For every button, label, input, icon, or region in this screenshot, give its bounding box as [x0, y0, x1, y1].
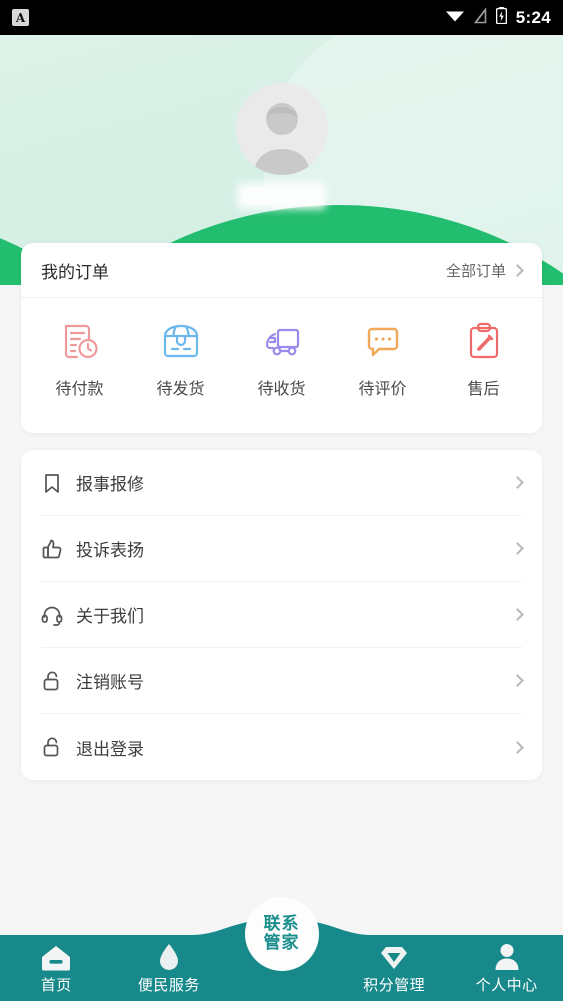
- home-icon: [41, 941, 71, 971]
- chevron-right-icon: [511, 740, 524, 754]
- menu-item-delete-account[interactable]: 注销账号: [41, 648, 524, 714]
- chevron-right-icon: [511, 608, 524, 621]
- my-orders-card: 我的订单 全部订单 待付款 待发货 待收货 待评价 售后: [21, 243, 542, 433]
- status-bar: A 5:24: [0, 0, 563, 35]
- diamond-icon: [379, 941, 409, 971]
- chevron-right-icon: [511, 476, 524, 489]
- order-status-label: 售后: [467, 379, 500, 398]
- thumbs-up-icon: [41, 538, 63, 560]
- menu-item-about-us[interactable]: 关于我们: [41, 582, 524, 648]
- clipboard-pencil-icon: [463, 320, 505, 362]
- status-bar-clock: 5:24: [515, 7, 551, 27]
- order-status-label: 待付款: [55, 379, 104, 398]
- status-bar-right: 5:24: [445, 6, 551, 28]
- wifi-icon: [445, 8, 465, 27]
- menu-item-label: 投诉表扬: [76, 541, 144, 561]
- app-root: A 5:24 我的订单 全部订单 待付款 待发货 待收货 待评价 售后 报事报修…: [0, 0, 563, 1001]
- headset-icon: [41, 604, 63, 626]
- order-status-label: 待发货: [156, 379, 205, 398]
- order-status-after-sales[interactable]: 售后: [433, 320, 534, 399]
- invoice-clock-icon: [59, 320, 101, 362]
- all-orders-label: 全部订单: [445, 261, 506, 280]
- settings-menu-card: 报事报修 投诉表扬 关于我们 注销账号 退出登录: [21, 450, 542, 780]
- bottom-navigation-bar: 首页 便民服务 积分管理 个人中心 联系 管家: [0, 897, 563, 1001]
- unlock-icon: [41, 670, 63, 692]
- comment-bubble-icon: [362, 320, 404, 362]
- menu-item-logout[interactable]: 退出登录: [41, 714, 524, 780]
- battery-charging-icon: [495, 7, 507, 28]
- order-status-pending-shipment[interactable]: 待发货: [130, 320, 231, 399]
- order-status-pending-payment[interactable]: 待付款: [29, 320, 130, 399]
- avatar[interactable]: [235, 83, 328, 175]
- package-box-icon: [160, 320, 202, 362]
- bookmark-icon: [41, 472, 63, 494]
- app-notification-icon: A: [12, 9, 29, 26]
- menu-item-label: 注销账号: [76, 673, 144, 693]
- contact-butler-line1: 联系: [263, 914, 300, 935]
- chevron-right-icon: [511, 542, 524, 555]
- nav-item-points-management[interactable]: 积分管理: [338, 929, 451, 1001]
- page-title: 我的订单: [41, 262, 109, 283]
- order-status-label: 待收货: [257, 379, 306, 398]
- chevron-right-icon: [511, 263, 524, 277]
- menu-item-label: 退出登录: [76, 739, 144, 760]
- menu-item-complaint-praise[interactable]: 投诉表扬: [41, 516, 524, 582]
- unlock-icon: [41, 736, 63, 758]
- signal-off-icon: [473, 6, 487, 28]
- person-icon: [494, 941, 520, 971]
- nav-item-home[interactable]: 首页: [0, 929, 113, 1001]
- contact-butler-button[interactable]: 联系 管家: [244, 897, 319, 971]
- nav-item-convenience-services[interactable]: 便民服务: [113, 929, 226, 1001]
- order-status-grid: 待付款 待发货 待收货 待评价 售后: [21, 298, 542, 399]
- menu-item-report-repair[interactable]: 报事报修: [41, 450, 524, 516]
- username-redacted: [237, 183, 326, 209]
- menu-item-label: 报事报修: [76, 475, 144, 495]
- nav-item-personal-center[interactable]: 个人中心: [450, 929, 563, 1001]
- all-orders-link[interactable]: 全部订单: [445, 260, 524, 281]
- my-orders-header: 我的订单 全部订单: [21, 243, 542, 298]
- avatar-image[interactable]: [235, 83, 328, 175]
- order-status-pending-review[interactable]: 待评价: [332, 320, 433, 399]
- chevron-right-icon: [511, 674, 524, 687]
- order-status-label: 待评价: [358, 379, 407, 398]
- nav-item-label: 积分管理: [363, 976, 426, 994]
- contact-butler-line2: 管家: [263, 933, 300, 953]
- status-bar-left: A: [12, 9, 29, 26]
- delivery-truck-icon: [261, 320, 303, 362]
- nav-item-label: 个人中心: [475, 976, 538, 994]
- water-drop-icon: [157, 941, 181, 971]
- menu-item-label: 关于我们: [76, 607, 144, 627]
- default-user-avatar-icon: [235, 83, 328, 175]
- nav-item-label: 首页: [40, 976, 72, 994]
- order-status-pending-receipt[interactable]: 待收货: [231, 320, 332, 399]
- nav-item-label: 便民服务: [137, 976, 200, 994]
